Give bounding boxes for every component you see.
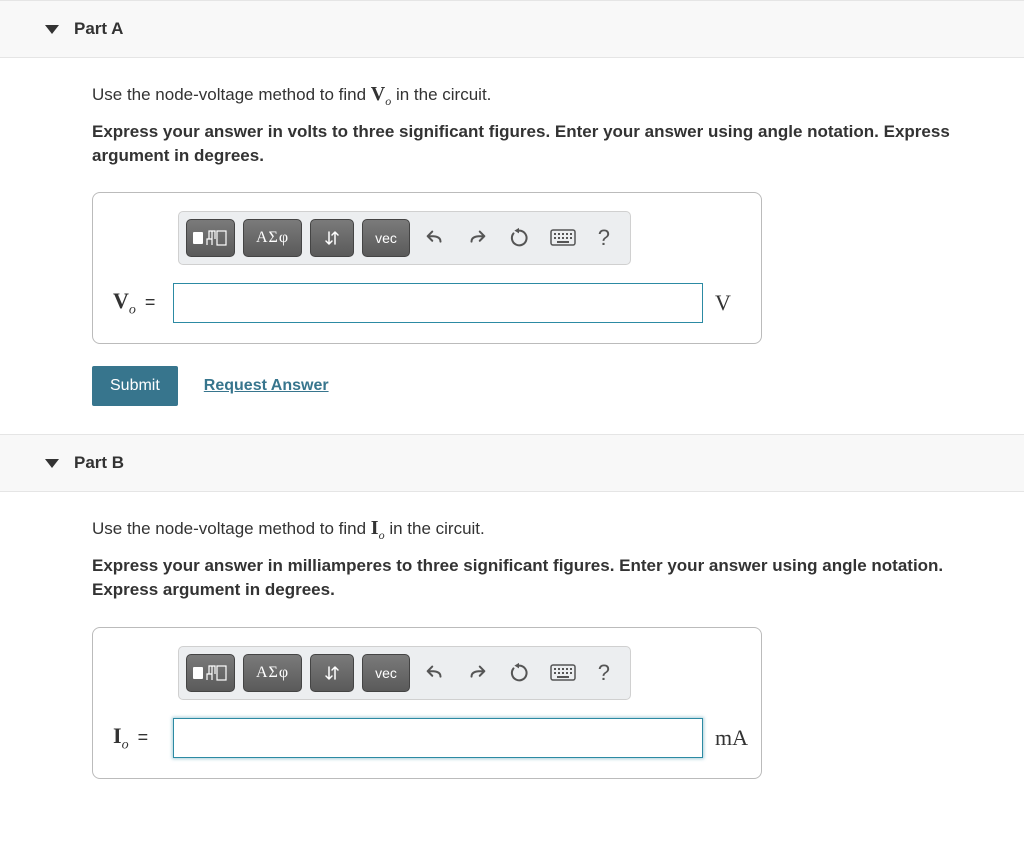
templates-button[interactable]	[186, 654, 235, 692]
redo-icon[interactable]	[460, 658, 494, 688]
prompt-text-post: in the circuit.	[385, 519, 485, 538]
prompt-text-post: in the circuit.	[391, 85, 491, 104]
greek-button[interactable]: ΑΣφ	[243, 654, 302, 692]
part-a-prompt: Use the node-voltage method to find Vo i…	[92, 80, 1004, 110]
answer-input-a[interactable]	[173, 283, 703, 323]
part-b-body: Use the node-voltage method to find Io i…	[0, 492, 1024, 806]
prompt-variable: Vo	[371, 83, 391, 105]
vector-button[interactable]: vec	[362, 219, 410, 257]
answer-row-b: Io = mA	[113, 718, 741, 758]
undo-icon[interactable]	[418, 223, 452, 253]
part-b-prompt: Use the node-voltage method to find Io i…	[92, 514, 1004, 544]
part-a-instruction: Express your answer in volts to three si…	[92, 120, 1004, 168]
answer-row-a: Vo = V	[113, 283, 741, 323]
unit-label-b: mA	[715, 725, 748, 751]
subscript-button[interactable]	[310, 654, 354, 692]
prompt-text: Use the node-voltage method to find	[92, 85, 371, 104]
caret-down-icon	[45, 459, 59, 468]
equation-toolbar: ΑΣφ vec ?	[178, 646, 631, 700]
part-a-header[interactable]: Part A	[0, 0, 1024, 58]
keyboard-icon[interactable]	[544, 660, 582, 686]
part-b-header[interactable]: Part B	[0, 434, 1024, 492]
templates-button[interactable]	[186, 219, 235, 257]
prompt-text: Use the node-voltage method to find	[92, 519, 371, 538]
caret-down-icon	[45, 25, 59, 34]
part-a-title: Part A	[74, 19, 123, 39]
undo-icon[interactable]	[418, 658, 452, 688]
actions-row-a: Submit Request Answer	[92, 366, 1004, 406]
reset-icon[interactable]	[502, 223, 536, 253]
redo-icon[interactable]	[460, 223, 494, 253]
prompt-variable: Io	[371, 517, 385, 539]
answer-box-b: ΑΣφ vec ? Io = mA	[92, 627, 762, 779]
part-b-instruction: Express your answer in milliamperes to t…	[92, 554, 1004, 602]
subscript-button[interactable]	[310, 219, 354, 257]
variable-label-b: Io =	[113, 723, 161, 753]
variable-label-a: Vo =	[113, 288, 161, 318]
help-icon[interactable]: ?	[590, 656, 618, 690]
unit-label-a: V	[715, 290, 731, 316]
help-icon[interactable]: ?	[590, 221, 618, 255]
answer-input-b[interactable]	[173, 718, 703, 758]
request-answer-link[interactable]: Request Answer	[204, 377, 329, 395]
greek-button[interactable]: ΑΣφ	[243, 219, 302, 257]
reset-icon[interactable]	[502, 658, 536, 688]
submit-button[interactable]: Submit	[92, 366, 178, 406]
keyboard-icon[interactable]	[544, 225, 582, 251]
vector-button[interactable]: vec	[362, 654, 410, 692]
part-b-title: Part B	[74, 453, 124, 473]
answer-box-a: ΑΣφ vec ? Vo = V	[92, 192, 762, 344]
part-a-body: Use the node-voltage method to find Vo i…	[0, 58, 1024, 434]
equation-toolbar: ΑΣφ vec ?	[178, 211, 631, 265]
